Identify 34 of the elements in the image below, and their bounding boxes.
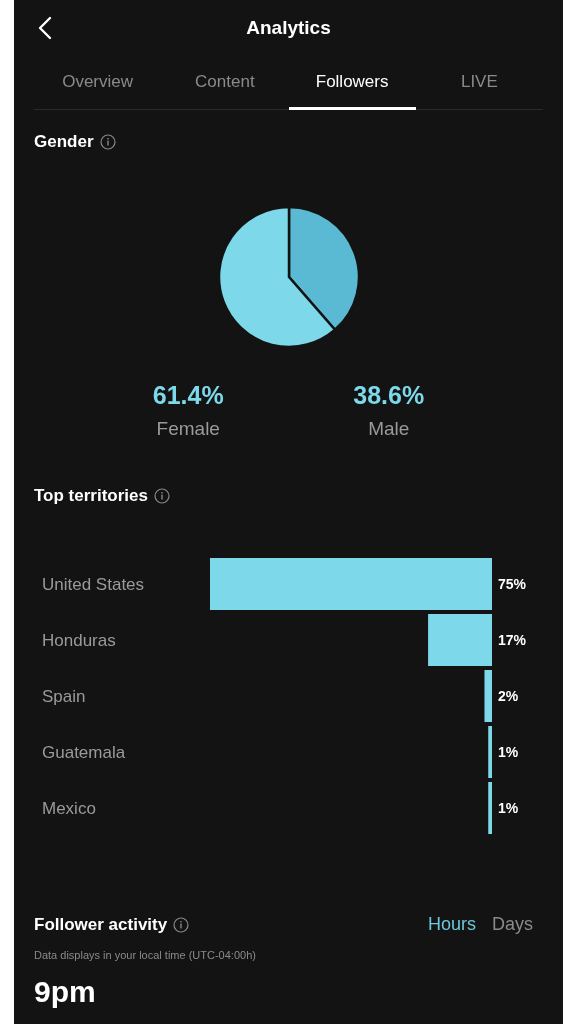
note-text: Data displays in your local time (UTC-04:00h)	[34, 949, 257, 961]
gender-label: Female	[156, 418, 220, 440]
country-label: United States	[42, 575, 145, 594]
bar	[488, 726, 492, 778]
info-icon[interactable]	[173, 916, 190, 933]
toggle-option[interactable]: Days	[492, 914, 533, 935]
percentage-label: 17%	[498, 632, 527, 648]
percentage-label: 75%	[498, 576, 527, 592]
country-label: Guatemala	[42, 743, 126, 762]
percentage-value: 61.4%	[152, 381, 224, 410]
tab[interactable]: Followers	[288, 56, 416, 110]
tab[interactable]: Overview	[34, 56, 162, 110]
tab[interactable]: LIVE	[415, 56, 543, 110]
section-title: Top territories	[34, 486, 148, 506]
toggle-option[interactable]: Hours	[427, 914, 476, 935]
info-icon[interactable]	[154, 488, 170, 504]
section-title: Gender	[34, 132, 94, 152]
percentage-label: 1%	[498, 800, 519, 816]
bar	[484, 670, 492, 722]
bar	[488, 782, 492, 834]
country-label: Spain	[42, 687, 86, 706]
bar	[428, 614, 492, 666]
gender-label: Male	[368, 418, 410, 440]
section-title: Follower activity	[34, 914, 168, 935]
tab[interactable]: Content	[161, 56, 289, 110]
percentage-label: 2%	[498, 688, 519, 704]
country-label: Mexico	[42, 799, 96, 818]
country-label: Honduras	[42, 631, 116, 650]
page-title: Analytics	[246, 17, 331, 39]
back-icon[interactable]	[38, 16, 52, 40]
peak-time: 9pm	[34, 975, 97, 1009]
percentage-label: 1%	[498, 744, 519, 760]
percentage-value: 38.6%	[353, 381, 425, 410]
info-icon[interactable]	[99, 134, 116, 150]
